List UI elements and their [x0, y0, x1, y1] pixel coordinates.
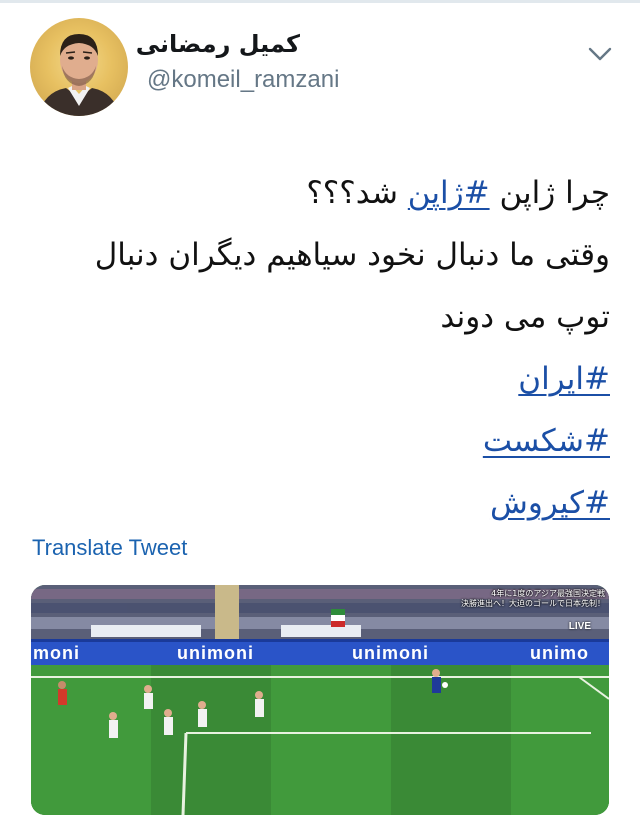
- user-handle[interactable]: @komeil_ramzani: [147, 66, 339, 94]
- tweet-line-3: توپ می دوند: [440, 299, 610, 335]
- football-match-photo: [31, 585, 609, 815]
- profile-photo: [38, 34, 120, 116]
- ad-board-text: moni: [33, 643, 80, 663]
- ad-board-text: unimo: [530, 643, 589, 663]
- broadcast-caption: 4年に1度のアジア最強国決定戦 決勝進出へ！大迫のゴールで日本先制！: [405, 589, 605, 609]
- tweet-line-2: وقتی ما دنبال نخود سیاهیم دیگران دنبال: [94, 237, 610, 273]
- tweet-media-image[interactable]: 4年に1度のアジア最強国決定戦 決勝進出へ！大迫のゴールで日本先制！ LIVE …: [31, 585, 609, 815]
- top-divider: [0, 0, 640, 3]
- broadcast-caption-line-2: 決勝進出へ！大迫のゴールで日本先制！: [461, 599, 605, 608]
- tweet-text: چرا ژاپن #ژاپن شد؟؟؟ وقتی ما دنبال نخود …: [30, 162, 610, 534]
- display-name[interactable]: کمیل رمضانی: [136, 30, 300, 58]
- live-badge: LIVE: [568, 621, 591, 632]
- tweet-line-1-prefix: چرا ژاپن: [489, 175, 610, 211]
- hashtag-queiroz[interactable]: #کیروش: [490, 485, 610, 521]
- tweet-line-1: چرا ژاپن #ژاپن شد؟؟؟: [30, 162, 610, 224]
- translate-tweet-link[interactable]: Translate Tweet: [32, 535, 187, 561]
- hashtag-iran[interactable]: #ایران: [518, 361, 610, 397]
- avatar[interactable]: [30, 18, 128, 116]
- chevron-down-icon[interactable]: [584, 38, 616, 70]
- broadcast-caption-line-1: 4年に1度のアジア最強国決定戦: [491, 589, 605, 598]
- hashtag-defeat[interactable]: #شکست: [483, 423, 610, 459]
- tweet-line-1-suffix: شد؟؟؟: [306, 175, 408, 211]
- ad-board-text: unimoni: [177, 643, 254, 663]
- hashtag-japan[interactable]: #ژاپن: [408, 175, 490, 211]
- ad-board-text: unimoni: [352, 643, 429, 663]
